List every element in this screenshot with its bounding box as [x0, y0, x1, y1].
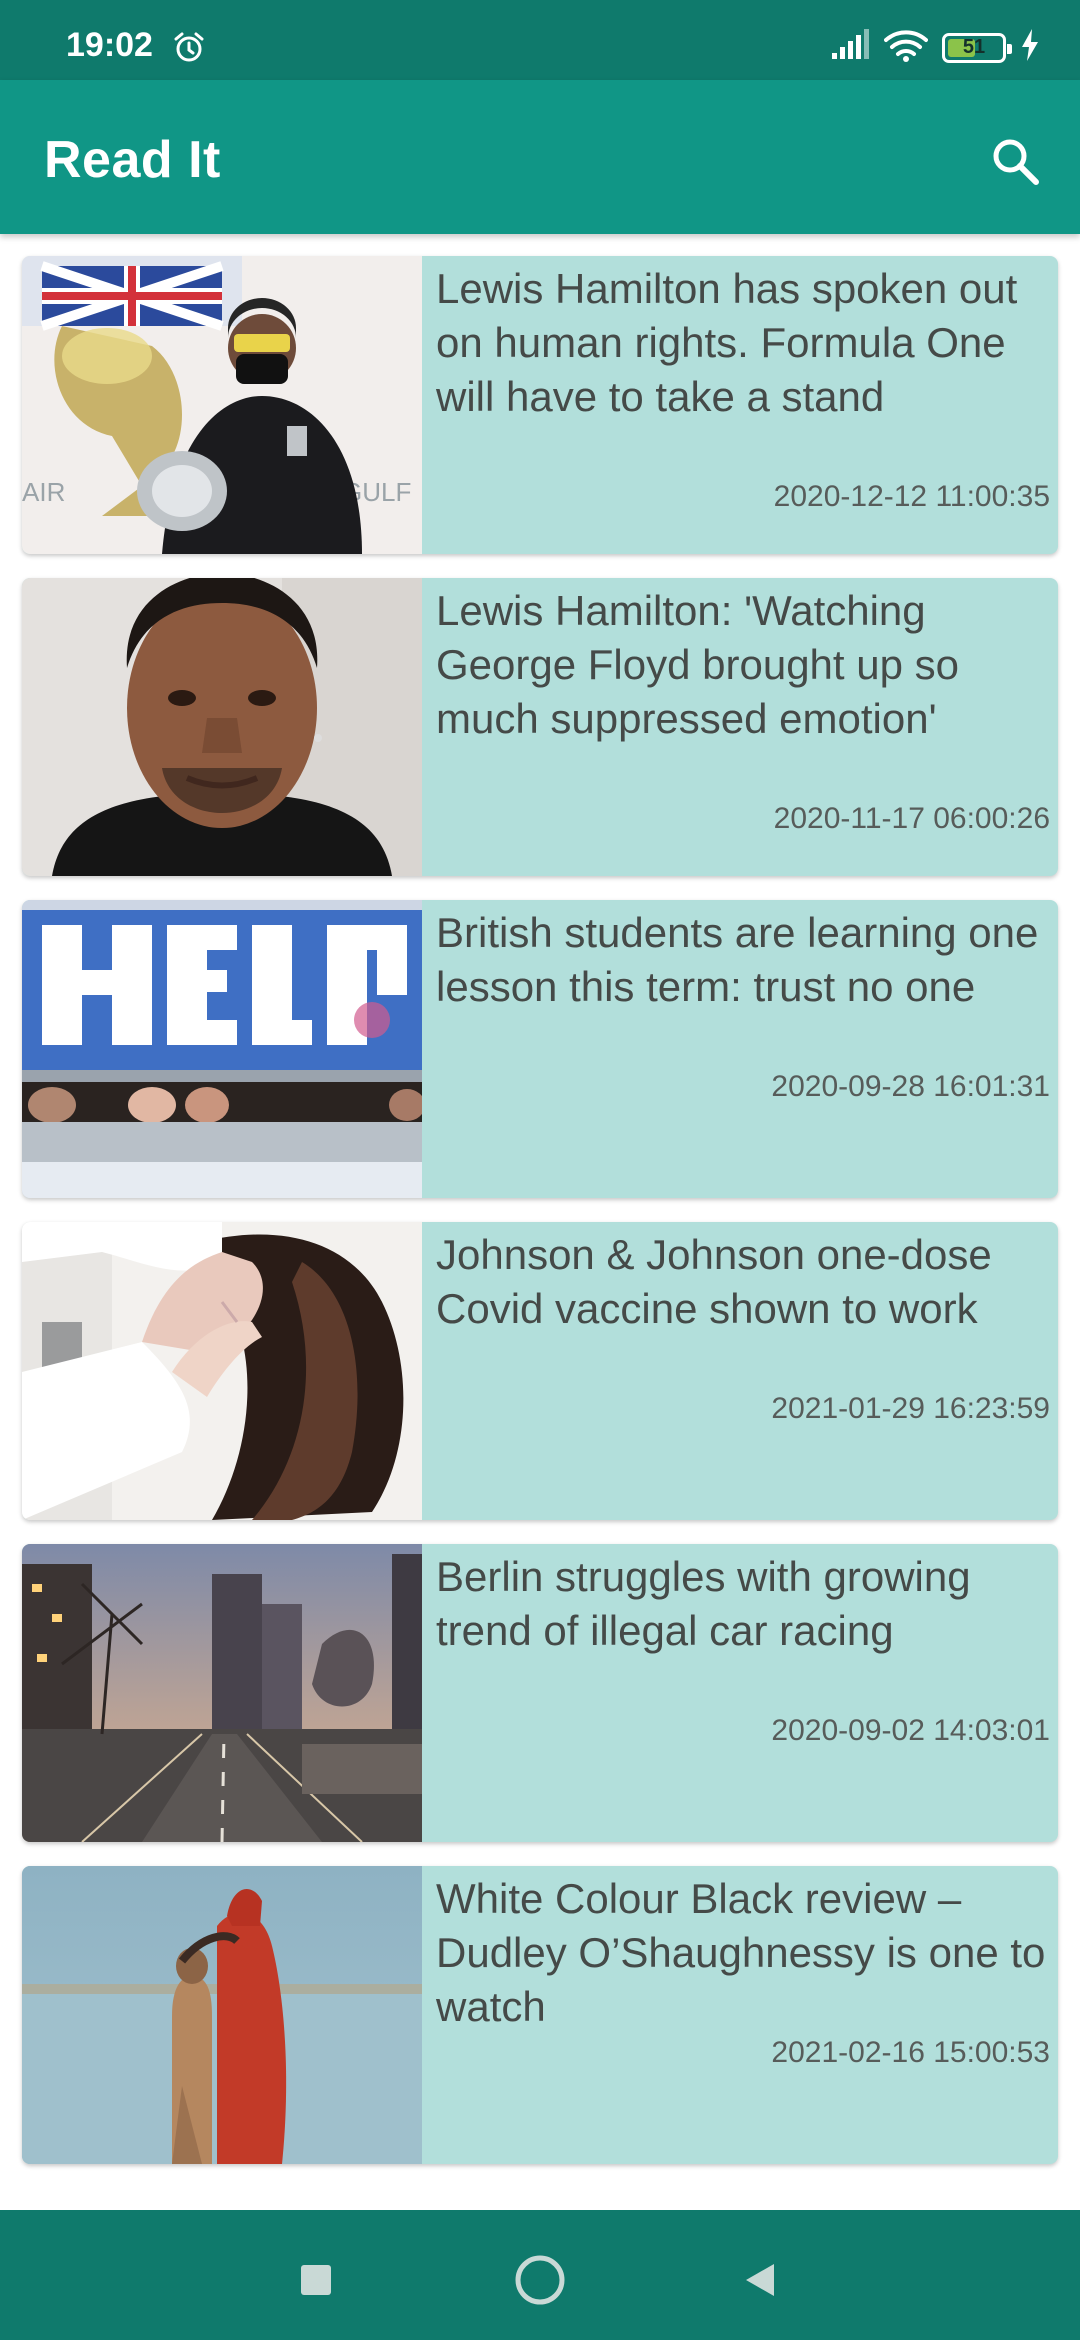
battery-tip	[1007, 43, 1012, 54]
article-title: White Colour Black review – Dudley O’Sha…	[436, 1875, 1046, 2030]
article-date: 2020-09-28 16:01:31	[771, 1070, 1050, 1103]
article-date: 2020-09-02 14:03:01	[771, 1714, 1050, 1747]
charging-icon	[1020, 29, 1040, 66]
article-date: 2021-02-16 15:00:53	[771, 2036, 1050, 2069]
app-bar: Read It	[0, 80, 1080, 234]
recents-button[interactable]	[286, 2250, 346, 2310]
article-date: 2020-11-17 06:00:26	[773, 802, 1050, 835]
svg-text:AIR: AIR	[22, 477, 65, 507]
article-thumbnail	[22, 578, 422, 876]
home-icon	[515, 2255, 565, 2305]
article-thumbnail	[22, 1866, 422, 2164]
alarm-icon	[172, 30, 206, 64]
app-title: Read It	[44, 131, 221, 189]
article-card[interactable]: White Colour Black review – Dudley O’Sha…	[22, 1866, 1058, 2164]
status-bar: 19:02 51	[0, 0, 1080, 80]
recents-icon	[301, 2265, 331, 2295]
article-title: British students are learning one lesson…	[436, 909, 1039, 1010]
article-card[interactable]: AIR GULF Lewis Hamilton has spoken out o…	[22, 256, 1058, 554]
article-date: 2020-12-12 11:00:35	[773, 480, 1050, 513]
article-title: Lewis Hamilton has spoken out on human r…	[436, 265, 1018, 420]
article-title: Johnson & Johnson one-dose Covid vaccine…	[436, 1231, 992, 1332]
article-card[interactable]: Lewis Hamilton: 'Watching George Floyd b…	[22, 578, 1058, 876]
battery-level: 51	[962, 36, 986, 58]
battery-indicator: 51	[942, 32, 1012, 63]
back-icon	[746, 2264, 774, 2296]
article-title: Berlin struggles with growing trend of i…	[436, 1553, 971, 1654]
home-button[interactable]	[510, 2250, 570, 2310]
search-icon	[993, 139, 1039, 185]
article-thumbnail: AIR GULF	[22, 256, 422, 554]
article-card[interactable]: British students are learning one lesson…	[22, 900, 1058, 1198]
article-list: AIR GULF Lewis Hamilton has spoken out o…	[22, 256, 1058, 2188]
article-date: 2021-01-29 16:23:59	[771, 1392, 1050, 1425]
search-button[interactable]	[980, 126, 1050, 196]
status-time: 19:02	[66, 26, 153, 64]
signal-icon	[830, 29, 870, 66]
article-thumbnail	[22, 1222, 422, 1520]
article-card[interactable]: Berlin struggles with growing trend of i…	[22, 1544, 1058, 1842]
back-button[interactable]	[730, 2250, 790, 2310]
system-nav-bar	[0, 2210, 1080, 2340]
article-thumbnail	[22, 1544, 422, 1842]
article-thumbnail	[22, 900, 422, 1198]
article-card[interactable]: Johnson & Johnson one-dose Covid vaccine…	[22, 1222, 1058, 1520]
article-title: Lewis Hamilton: 'Watching George Floyd b…	[436, 587, 959, 742]
wifi-icon	[884, 28, 928, 67]
